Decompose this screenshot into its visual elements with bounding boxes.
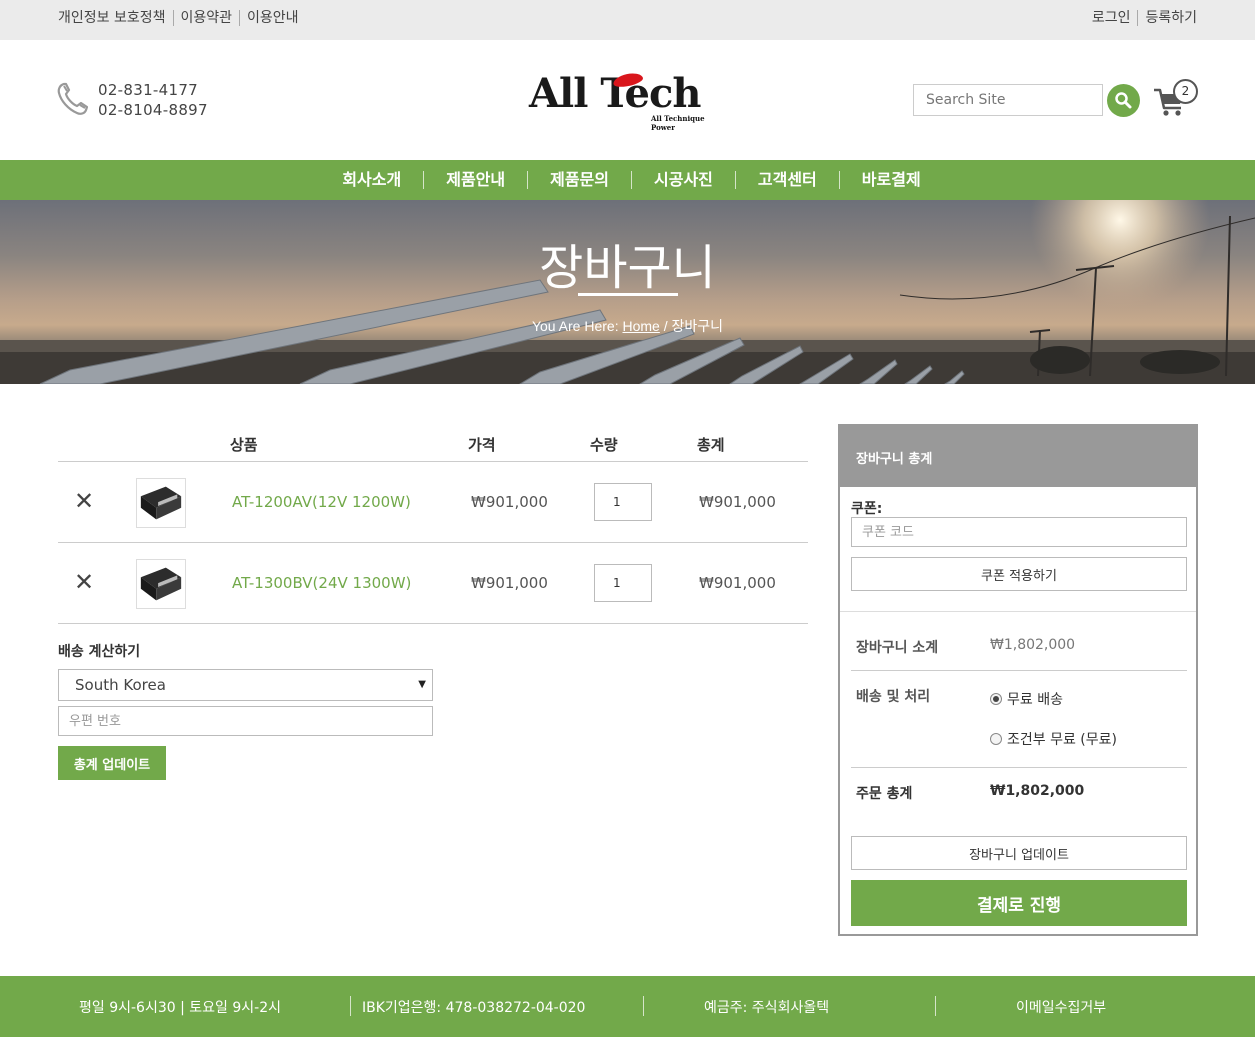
column-header-product: 상품 (230, 436, 258, 454)
nav-item-about[interactable]: 회사소개 (320, 171, 423, 189)
product-name-link[interactable]: AT-1300BV(24V 1300W) (232, 574, 411, 592)
remove-item-icon[interactable]: ✕ (74, 569, 94, 595)
column-header-price: 가격 (468, 436, 496, 454)
order-total-value: ₩1,802,000 (990, 783, 1085, 799)
page-hero-banner: 장바구니 You Are Here: Home / 장바구니 (0, 200, 1255, 384)
product-thumbnail[interactable] (136, 478, 186, 528)
divider (851, 767, 1187, 768)
phone-numbers: 02-831-4177 02-8104-8897 (98, 80, 208, 120)
breadcrumb-current: 장바구니 (671, 318, 724, 334)
login-link[interactable]: 로그인 (1092, 10, 1131, 26)
breadcrumb-prefix: You Are Here: (531, 318, 619, 334)
email-refusal-link[interactable]: 이메일수집거부 (1016, 997, 1106, 1017)
shipping-option-free-label: 무료 배송 (1007, 692, 1063, 708)
proceed-to-checkout-button[interactable]: 결제로 진행 (851, 880, 1187, 926)
logo-tagline: All Technique Power (651, 114, 705, 132)
logo-wordmark: All Tech (529, 70, 701, 117)
cart-totals-header: 장바구니 총계 (840, 426, 1196, 487)
phone-number-1: 02-831-4177 (98, 81, 199, 99)
cart-count-badge[interactable]: 2 (1173, 79, 1198, 104)
product-price: ₩901,000 (471, 493, 548, 511)
terms-link[interactable]: 이용약관 (172, 10, 240, 26)
product-name-link[interactable]: AT-1200AV(12V 1200W) (232, 493, 411, 511)
line-total: ₩901,000 (699, 574, 776, 592)
page-title: 장바구니 (539, 240, 716, 296)
cart-totals-panel: 장바구니 총계 쿠폰: 쿠폰 적용하기 장바구니 소계 ₩1,802,000 배… (838, 424, 1198, 936)
bank-account: IBK기업은행: 478-038272-04-020 (362, 1000, 586, 1016)
main-nav: 회사소개 제품안내 제품문의 시공사진 고객센터 바로결제 (0, 160, 1255, 200)
footer-divider (935, 996, 936, 1016)
register-link[interactable]: 등록하기 (1137, 10, 1197, 26)
coupon-code-input[interactable] (851, 517, 1187, 547)
site-logo[interactable]: All Tech All Technique Power (527, 68, 727, 132)
divider (851, 670, 1187, 671)
breadcrumb-home-link[interactable]: Home (622, 318, 659, 334)
cart-table: 상품 가격 수량 총계 ✕ AT-1200AV(12V 1200W) ₩901,… (58, 422, 808, 624)
radio-selected-icon[interactable] (990, 693, 1002, 705)
nav-item-products[interactable]: 제품안내 (423, 171, 527, 189)
update-cart-button[interactable]: 장바구니 업데이트 (851, 836, 1187, 870)
shipping-calculator-title: 배송 계산하기 (58, 644, 141, 660)
line-total: ₩901,000 (699, 493, 776, 511)
divider (840, 611, 1196, 612)
footer-divider (350, 996, 351, 1016)
postcode-input[interactable] (58, 706, 433, 736)
footer: 평일 9시-6시30 | 토요일 9시-2시 IBK기업은행: 478-0382… (0, 976, 1255, 1037)
search-button[interactable] (1107, 84, 1140, 117)
nav-item-support[interactable]: 고객센터 (734, 171, 839, 189)
breadcrumb: You Are Here: Home / 장바구니 (0, 316, 1255, 336)
nav-item-payment[interactable]: 바로결제 (838, 171, 943, 189)
shipping-label: 배송 및 처리 (856, 689, 931, 705)
apply-coupon-button[interactable]: 쿠폰 적용하기 (851, 557, 1187, 591)
country-select-value: South Korea (75, 676, 166, 694)
breadcrumb-separator: / (663, 318, 668, 334)
auth-links: 로그인 등록하기 (1092, 10, 1197, 26)
nav-item-inquiry[interactable]: 제품문의 (527, 171, 631, 189)
privacy-policy-link[interactable]: 개인정보 보호정책 (58, 10, 173, 26)
nav-item-gallery[interactable]: 시공사진 (631, 171, 735, 189)
country-select[interactable]: South Korea ▼ (58, 669, 433, 701)
search-input[interactable] (913, 84, 1103, 116)
quantity-input[interactable] (594, 564, 652, 602)
radio-unselected-icon[interactable] (990, 733, 1002, 745)
phone-icon (57, 82, 88, 115)
cart-row: ✕ AT-1200AV(12V 1200W) ₩901,000 ₩901,000 (58, 462, 808, 543)
coupon-label: 쿠폰: (851, 501, 883, 517)
column-header-quantity: 수량 (590, 436, 618, 454)
shipping-option-conditional-label: 조건부 무료 (무료) (1007, 732, 1117, 748)
update-totals-button[interactable]: 총계 업데이트 (58, 746, 166, 780)
dropdown-arrow-icon: ▼ (418, 679, 426, 690)
cart-table-header: 상품 가격 수량 총계 (58, 422, 808, 462)
account-holder: 예금주: 주식회사올텍 (704, 1000, 830, 1016)
business-hours: 평일 9시-6시30 | 토요일 9시-2시 (79, 1000, 281, 1016)
product-price: ₩901,000 (471, 574, 548, 592)
footer-divider (643, 996, 644, 1016)
subtotal-value: ₩1,802,000 (990, 637, 1076, 653)
remove-item-icon[interactable]: ✕ (74, 488, 94, 514)
shipping-option-free[interactable]: 무료 배송 (990, 689, 1063, 709)
guide-link[interactable]: 이용안내 (239, 10, 306, 26)
quantity-input[interactable] (594, 483, 652, 521)
top-links: 개인정보 보호정책 이용약관 이용안내 (58, 10, 306, 26)
cart-row: ✕ AT-1300BV(24V 1300W) ₩901,000 ₩901,000 (58, 543, 808, 624)
top-bar: 개인정보 보호정책 이용약관 이용안내 로그인 등록하기 (0, 0, 1255, 40)
product-thumbnail[interactable] (136, 559, 186, 609)
phone-number-2: 02-8104-8897 (98, 101, 208, 119)
subtotal-label: 장바구니 소계 (856, 640, 939, 656)
shipping-option-conditional[interactable]: 조건부 무료 (무료) (990, 729, 1117, 749)
order-total-label: 주문 총계 (856, 786, 913, 802)
column-header-total: 총계 (697, 436, 725, 454)
title-underline (578, 293, 678, 296)
search-icon (1115, 92, 1132, 109)
